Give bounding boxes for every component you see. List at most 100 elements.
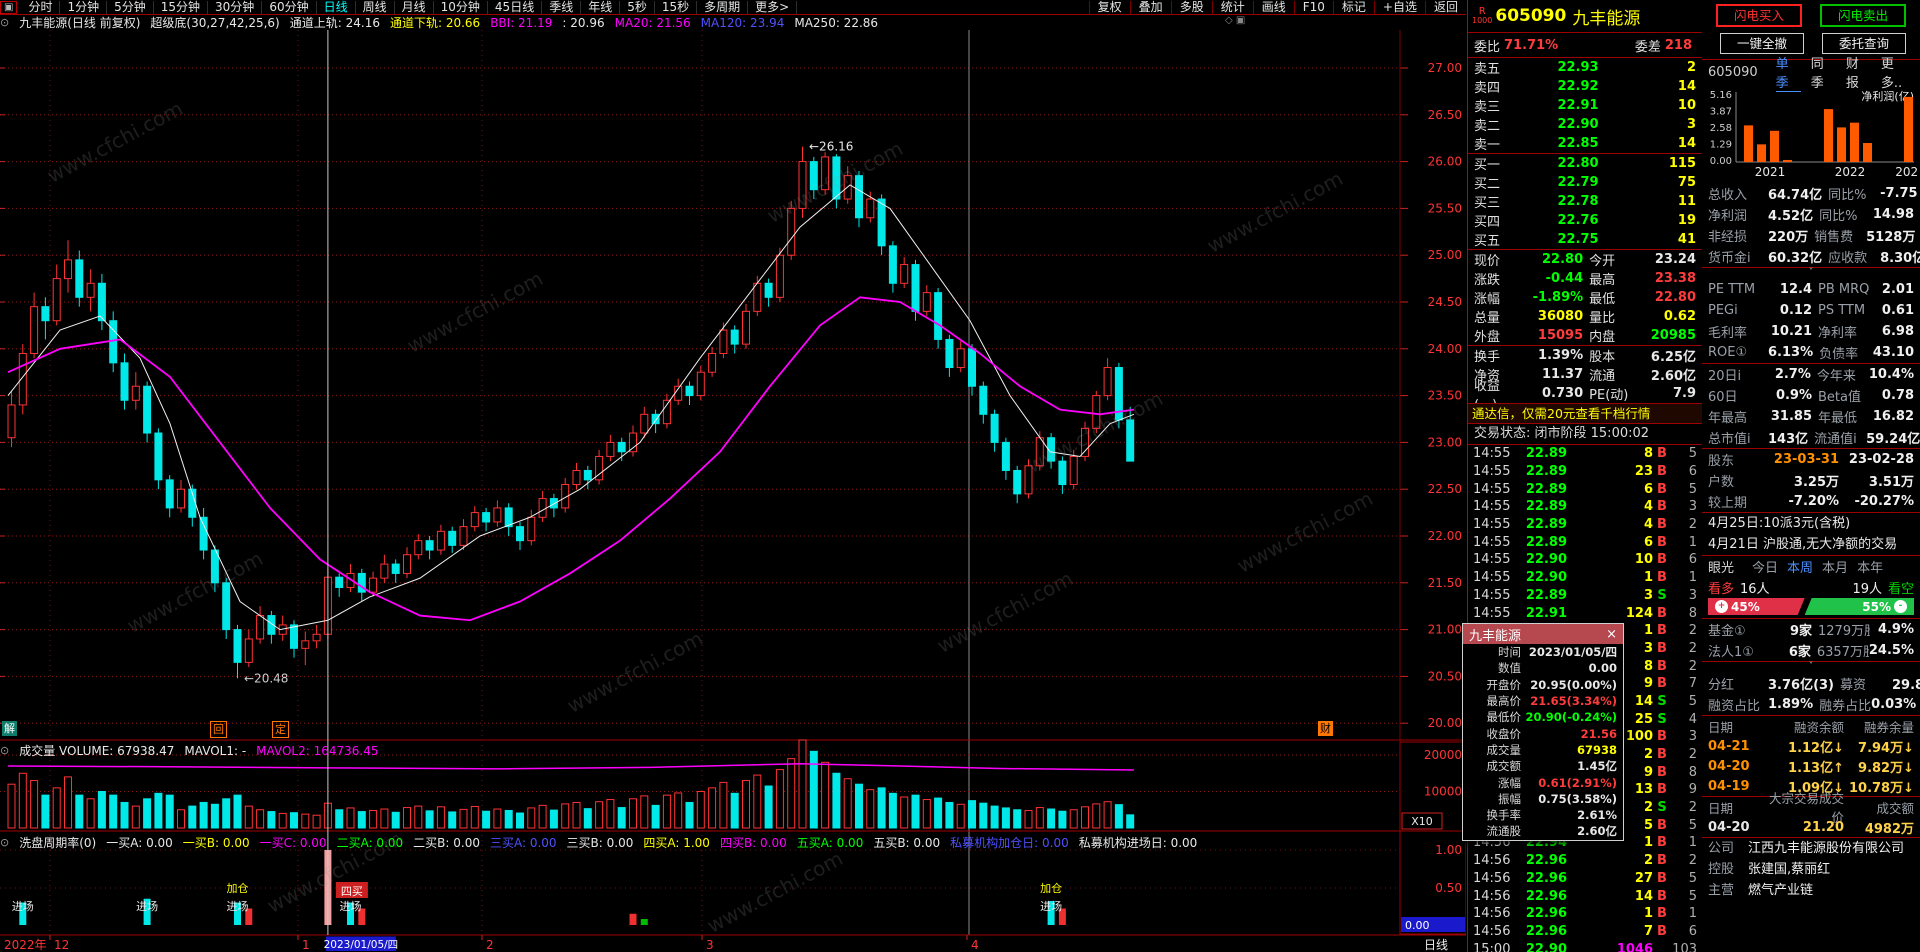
toolbar-button[interactable]: 多股 <box>1170 0 1212 14</box>
ask-row[interactable]: 卖二 22.90 3 <box>1468 115 1702 134</box>
tick-row[interactable]: 14:55 22.91 124 B 8 <box>1468 604 1702 622</box>
kline-detail-popup[interactable]: 九丰能源 × 时间 2023/01/05/四 数值 0.00 开盘价 20.95(0.00… <box>1462 623 1624 841</box>
svg-text:20000: 20000 <box>1424 748 1462 762</box>
popup-body: 时间 2023/01/05/四 数值 0.00 开盘价 20.95(0.00%) 最高价 21… <box>1463 644 1623 840</box>
ask-levels[interactable]: 卖五 22.93 2 卖四 22.92 14 卖三 22.91 10 卖二 22.90 3 卖一 22.8… <box>1468 58 1702 153</box>
tick-row[interactable]: 14:56 22.96 1 B 1 <box>1468 905 1702 923</box>
svg-text:2023/01/05/四: 2023/01/05/四 <box>324 939 399 951</box>
popup-row: 涨幅 0.61(2.91%) <box>1498 775 1617 790</box>
news-item[interactable]: 4月21日 沪股通,无大净额的交易 <box>1702 534 1920 555</box>
period-menu-item[interactable]: 年线 <box>581 0 621 14</box>
tick-row[interactable]: 14:56 22.96 14 B 5 <box>1468 887 1702 905</box>
toolbar-button[interactable]: 叠加 <box>1129 0 1171 14</box>
bid-row[interactable]: 买四 22.76 19 <box>1468 211 1702 230</box>
tick-row[interactable]: 14:55 22.89 8 B 5 <box>1468 445 1702 463</box>
period-menu-item[interactable]: 45日线 <box>488 0 543 14</box>
period-menu-item[interactable]: 季线 <box>542 0 582 14</box>
collapse-icon[interactable]: ⊙ <box>0 744 9 757</box>
eye-tab[interactable]: 本月 <box>1822 557 1848 576</box>
flash-buy-button[interactable]: 闪电买入 <box>1716 4 1802 27</box>
weibi-value: 71.71% <box>1504 37 1559 53</box>
tick-row[interactable]: 14:55 22.89 4 B 2 <box>1468 516 1702 534</box>
period-menu-item[interactable]: 5秒 <box>620 0 655 14</box>
toolbar-button[interactable]: 返回 <box>1424 0 1466 14</box>
order-query-button[interactable]: 委托查询 <box>1822 33 1906 54</box>
popup-titlebar[interactable]: 九丰能源 × <box>1463 624 1623 644</box>
tick-row[interactable]: 14:55 22.89 6 B 1 <box>1468 533 1702 551</box>
news-item[interactable]: 4月25日:10派3元(含税) <box>1702 513 1920 534</box>
expand-chevron-icon[interactable]: ˅ <box>1702 662 1920 673</box>
period-menu-item[interactable]: 日线 <box>317 0 356 14</box>
period-menu-item[interactable]: 15分钟 <box>154 0 209 14</box>
stat-row: 60日 0.9% Beta值 0.78 <box>1708 388 1914 405</box>
tick-row[interactable]: 14:55 22.89 3 S 3 <box>1468 587 1702 605</box>
toolbar-button[interactable]: +自选 <box>1373 0 1425 14</box>
chart-corner-icon[interactable]: 定 <box>272 721 289 738</box>
sentiment-bar[interactable]: +45% 55% - <box>1708 598 1914 615</box>
tick-row[interactable]: 14:55 22.90 10 B 6 <box>1468 551 1702 569</box>
period-menu-item[interactable]: 多周期 <box>697 0 749 14</box>
period-menu-item[interactable]: 30分钟 <box>208 0 263 14</box>
ask-row[interactable]: 卖五 22.93 2 <box>1468 58 1702 77</box>
bid-row[interactable]: 买五 22.75 41 <box>1468 230 1702 249</box>
tick-row[interactable]: 14:56 22.96 7 B 6 <box>1468 923 1702 941</box>
ask-row[interactable]: 卖三 22.91 10 <box>1468 96 1702 115</box>
ask-row[interactable]: 卖一 22.85 14 <box>1468 134 1702 153</box>
period-menu-item[interactable]: 分时 <box>21 0 61 14</box>
svg-text:24.50: 24.50 <box>1428 295 1462 309</box>
toolbar-button[interactable]: 统计 <box>1211 0 1253 14</box>
period-menu-item[interactable]: 60分钟 <box>262 0 317 14</box>
main-chart[interactable]: 27.00 26.50 26.00 25.50 25.00 24.50 24.00 23.50… <box>0 0 1466 952</box>
eye-tab[interactable]: 今日 <box>1752 557 1778 576</box>
cancel-all-button[interactable]: 一键全撤 <box>1720 33 1804 54</box>
period-menu-item[interactable]: 1分钟 <box>60 0 108 14</box>
period-menu-item[interactable]: 15秒 <box>655 0 698 14</box>
tick-row[interactable]: 14:55 22.89 6 B 5 <box>1468 480 1702 498</box>
svg-text:4: 4 <box>971 938 979 952</box>
financial-rows: 总收入 64.74亿 同比% -7.75 净利润 4.52亿 同比% 14.98 非经损 220万… <box>1702 183 1920 268</box>
bid-row[interactable]: 买二 22.79 75 <box>1468 173 1702 192</box>
tick-row[interactable]: 14:55 22.89 23 B 6 <box>1468 463 1702 481</box>
chart-corner-icon[interactable]: 回 <box>210 721 227 738</box>
indicator-value: BBI: 21.19 <box>490 15 553 30</box>
tick-row[interactable]: 15:00 22.90 1046 103 <box>1468 940 1702 952</box>
bear-label: 看空 <box>1887 581 1914 597</box>
eye-tab[interactable]: 本年 <box>1857 557 1883 576</box>
close-icon[interactable]: × <box>1606 627 1617 642</box>
toolbar-button[interactable]: F10 <box>1293 0 1333 14</box>
period-menu-item[interactable]: 5分钟 <box>107 0 154 14</box>
tick-row[interactable]: 14:56 22.96 27 B 5 <box>1468 870 1702 888</box>
collapse-icon[interactable]: ⊙ <box>0 16 9 29</box>
period-menu-item[interactable]: 10分钟 <box>434 0 488 14</box>
eye-tab[interactable]: 本周 <box>1787 557 1813 576</box>
block-row: 04-20 21.20 4982万 <box>1708 819 1914 837</box>
svg-text:X10: X10 <box>1411 815 1433 828</box>
news-rows[interactable]: 4月25日:10派3元(含税) 4月21日 沪股通,无大净额的交易 <box>1702 513 1920 556</box>
flash-sell-button[interactable]: 闪电卖出 <box>1820 4 1906 27</box>
bid-row[interactable]: 买一 22.80 115 <box>1468 154 1702 173</box>
bid-row[interactable]: 买三 22.78 11 <box>1468 192 1702 211</box>
toolbar-button[interactable]: 标记 <box>1332 0 1374 14</box>
period-menu-item[interactable]: 周线 <box>356 0 395 14</box>
ask-row[interactable]: 卖四 22.92 14 <box>1468 77 1702 96</box>
bid-levels[interactable]: 买一 22.80 115 买二 22.79 75 买三 22.78 11 买四 22.76 19 买五 2… <box>1468 153 1702 249</box>
collapse-icon[interactable]: ⊙ <box>0 836 9 849</box>
quote-row: 收益(一)0.730PE(动)7.9 <box>1474 378 1696 413</box>
expand-chevron-icon[interactable]: ˅ <box>1702 268 1920 279</box>
ad-banner[interactable]: 通达信，仅需20元查看千档行情 <box>1468 403 1702 424</box>
toolbar-button[interactable]: 画线 <box>1252 0 1294 14</box>
toolbar-button[interactable]: 复权 <box>1088 0 1130 14</box>
sentiment-tabs[interactable]: 眼光 今日 本周 本月 本年 <box>1702 556 1920 577</box>
tick-row[interactable]: 14:55 22.90 1 B 1 <box>1468 569 1702 587</box>
tick-row[interactable]: 14:56 22.96 2 B 2 <box>1468 852 1702 870</box>
svg-text:3: 3 <box>706 938 714 952</box>
chart-corner-icon[interactable]: 解 <box>2 721 17 736</box>
svg-text:1: 1 <box>302 938 310 952</box>
window-icon[interactable]: ▣ <box>0 0 18 14</box>
chart-corner-icon[interactable]: 财 <box>1318 721 1333 736</box>
period-menu-item[interactable]: 更多> <box>748 0 798 14</box>
tick-row[interactable]: 14:55 22.89 4 B 3 <box>1468 498 1702 516</box>
svg-text:12: 12 <box>54 938 69 952</box>
period-menu-item[interactable]: 月线 <box>395 0 434 14</box>
svg-text:1.29: 1.29 <box>1710 140 1732 151</box>
